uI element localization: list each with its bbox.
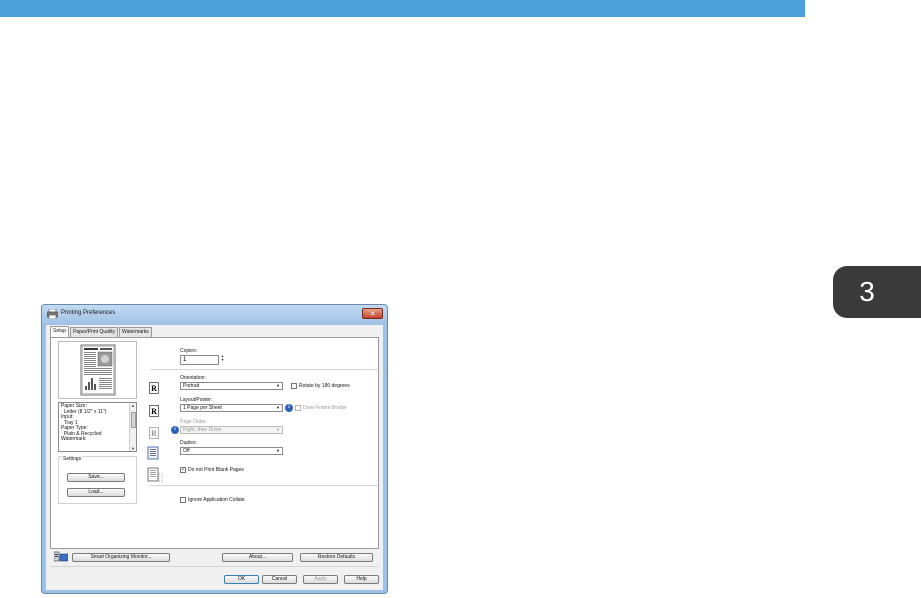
page-order-r-icon: R	[149, 427, 159, 439]
duplex-value: Off	[183, 448, 190, 454]
settings-group-label: Settings	[62, 456, 83, 462]
about-button-label: About...	[248, 554, 267, 560]
copies-label: Copies:	[180, 348, 197, 354]
apply-button-label: Apply	[314, 576, 327, 582]
orientation-select[interactable]: Portrait ▼	[180, 382, 283, 390]
separator	[150, 369, 378, 370]
scrollbar-thumb[interactable]	[131, 412, 136, 428]
window-title: Printing Preferences	[61, 310, 116, 316]
monitor-icon	[54, 551, 68, 562]
duplex-label: Duplex:	[180, 440, 197, 446]
info-glyph: i	[174, 427, 176, 432]
copies-stepper[interactable]: ▲ ▼	[220, 354, 225, 362]
info-glyph: i	[288, 405, 290, 410]
about-button[interactable]: About...	[222, 553, 293, 562]
printer-icon	[47, 309, 58, 319]
page-order-value: Right, then Down	[183, 427, 222, 433]
header-bar	[0, 0, 805, 17]
info-icon: i	[285, 404, 293, 412]
title-bar[interactable]: Printing Preferences ✕	[42, 305, 387, 324]
r-glyph: R	[151, 429, 157, 438]
scroll-down-icon[interactable]: ▼	[130, 446, 136, 451]
orientation-label: Orientation:	[180, 375, 206, 381]
tab-strip: Setup Paper/Print Quality Watermarks	[50, 326, 153, 338]
load-button-label: Load...	[88, 489, 104, 495]
summary-line: Watermark:	[61, 436, 87, 442]
scroll-up-icon[interactable]: ▲	[130, 403, 136, 408]
layout-select[interactable]: 1 Page per Sheet ▼	[180, 404, 283, 412]
summary-scrollbar[interactable]: ▲ ▼	[129, 403, 136, 451]
chevron-down-icon: ▼	[276, 383, 280, 388]
duplex-icon	[147, 446, 159, 460]
copies-value: 1	[183, 357, 187, 363]
tab-watermarks[interactable]: Watermarks	[119, 327, 152, 337]
page-preview	[58, 341, 137, 399]
frame-border-checkbox[interactable]	[295, 405, 301, 411]
chapter-tab: 3	[833, 266, 921, 318]
blank-pages-label: Do not Print Blank Pages	[188, 467, 244, 473]
duplex-select[interactable]: Off ▼	[180, 447, 283, 455]
dialog-body: Setup Paper/Print Quality Watermarks Pap…	[46, 325, 383, 590]
save-button[interactable]: Save...	[67, 473, 125, 482]
check-icon: ✓	[181, 467, 186, 473]
rotate-label: Rotate by 180 degrees	[299, 383, 350, 389]
frame-border-label: Draw Frame Border	[303, 405, 347, 411]
settings-summary-list[interactable]: Paper Size: Letter (8 1/2" x 11") Input:…	[58, 402, 137, 452]
r-glyph: R	[151, 384, 157, 393]
restore-button-label: Restore Defaults	[317, 554, 356, 560]
settings-group: Settings Save... Load...	[58, 456, 137, 504]
info-icon: i	[171, 426, 179, 434]
collate-label: Ignore Application Collate	[188, 497, 245, 503]
collate-checkbox[interactable]	[180, 497, 186, 503]
chevron-down-icon: ▼	[276, 427, 280, 432]
page-order-label: Page Order:	[180, 419, 208, 425]
page-order-select[interactable]: Right, then Down ▼	[180, 426, 283, 434]
copies-input[interactable]: 1	[180, 355, 219, 365]
chevron-down-icon: ▼	[276, 448, 280, 453]
tab-paper-print-quality[interactable]: Paper/Print Quality	[70, 327, 119, 337]
orientation-value: Portrait	[183, 383, 200, 389]
ok-button-label: OK	[237, 576, 246, 582]
help-button[interactable]: Help	[344, 575, 379, 584]
save-button-label: Save...	[88, 474, 104, 480]
cancel-button-label: Cancel	[271, 576, 288, 582]
ok-button[interactable]: OK	[224, 575, 259, 584]
layout-value: 1 Page per Sheet	[183, 405, 222, 411]
rotate-checkbox[interactable]	[291, 383, 297, 389]
restore-defaults-button[interactable]: Restore Defaults	[300, 553, 373, 562]
load-button[interactable]: Load...	[67, 488, 125, 497]
cancel-button[interactable]: Cancel	[262, 575, 297, 584]
layout-r-icon: R	[149, 405, 159, 417]
orientation-r-icon: R	[149, 382, 159, 394]
setup-panel: Paper Size: Letter (8 1/2" x 11") Input:…	[50, 337, 379, 549]
blank-pages-icon	[147, 467, 163, 483]
printing-preferences-window: Printing Preferences ✕ Setup Paper/Print…	[41, 304, 388, 594]
close-icon: ✕	[369, 311, 376, 318]
chapter-number: 3	[859, 276, 875, 307]
monitor-button-label: Smart Organizing Monitor...	[90, 554, 152, 560]
separator	[50, 566, 379, 567]
smart-organizing-monitor-button[interactable]: Smart Organizing Monitor...	[72, 553, 170, 562]
close-button[interactable]: ✕	[362, 308, 383, 319]
help-button-label: Help	[356, 576, 367, 582]
layout-label: Layout/Poster:	[180, 397, 213, 403]
document-preview-icon	[80, 344, 116, 396]
separator	[150, 485, 378, 486]
r-glyph: R	[151, 407, 157, 416]
blank-pages-checkbox[interactable]: ✓	[180, 467, 186, 473]
apply-button[interactable]: Apply	[303, 575, 338, 584]
chevron-down-icon: ▼	[276, 405, 280, 410]
